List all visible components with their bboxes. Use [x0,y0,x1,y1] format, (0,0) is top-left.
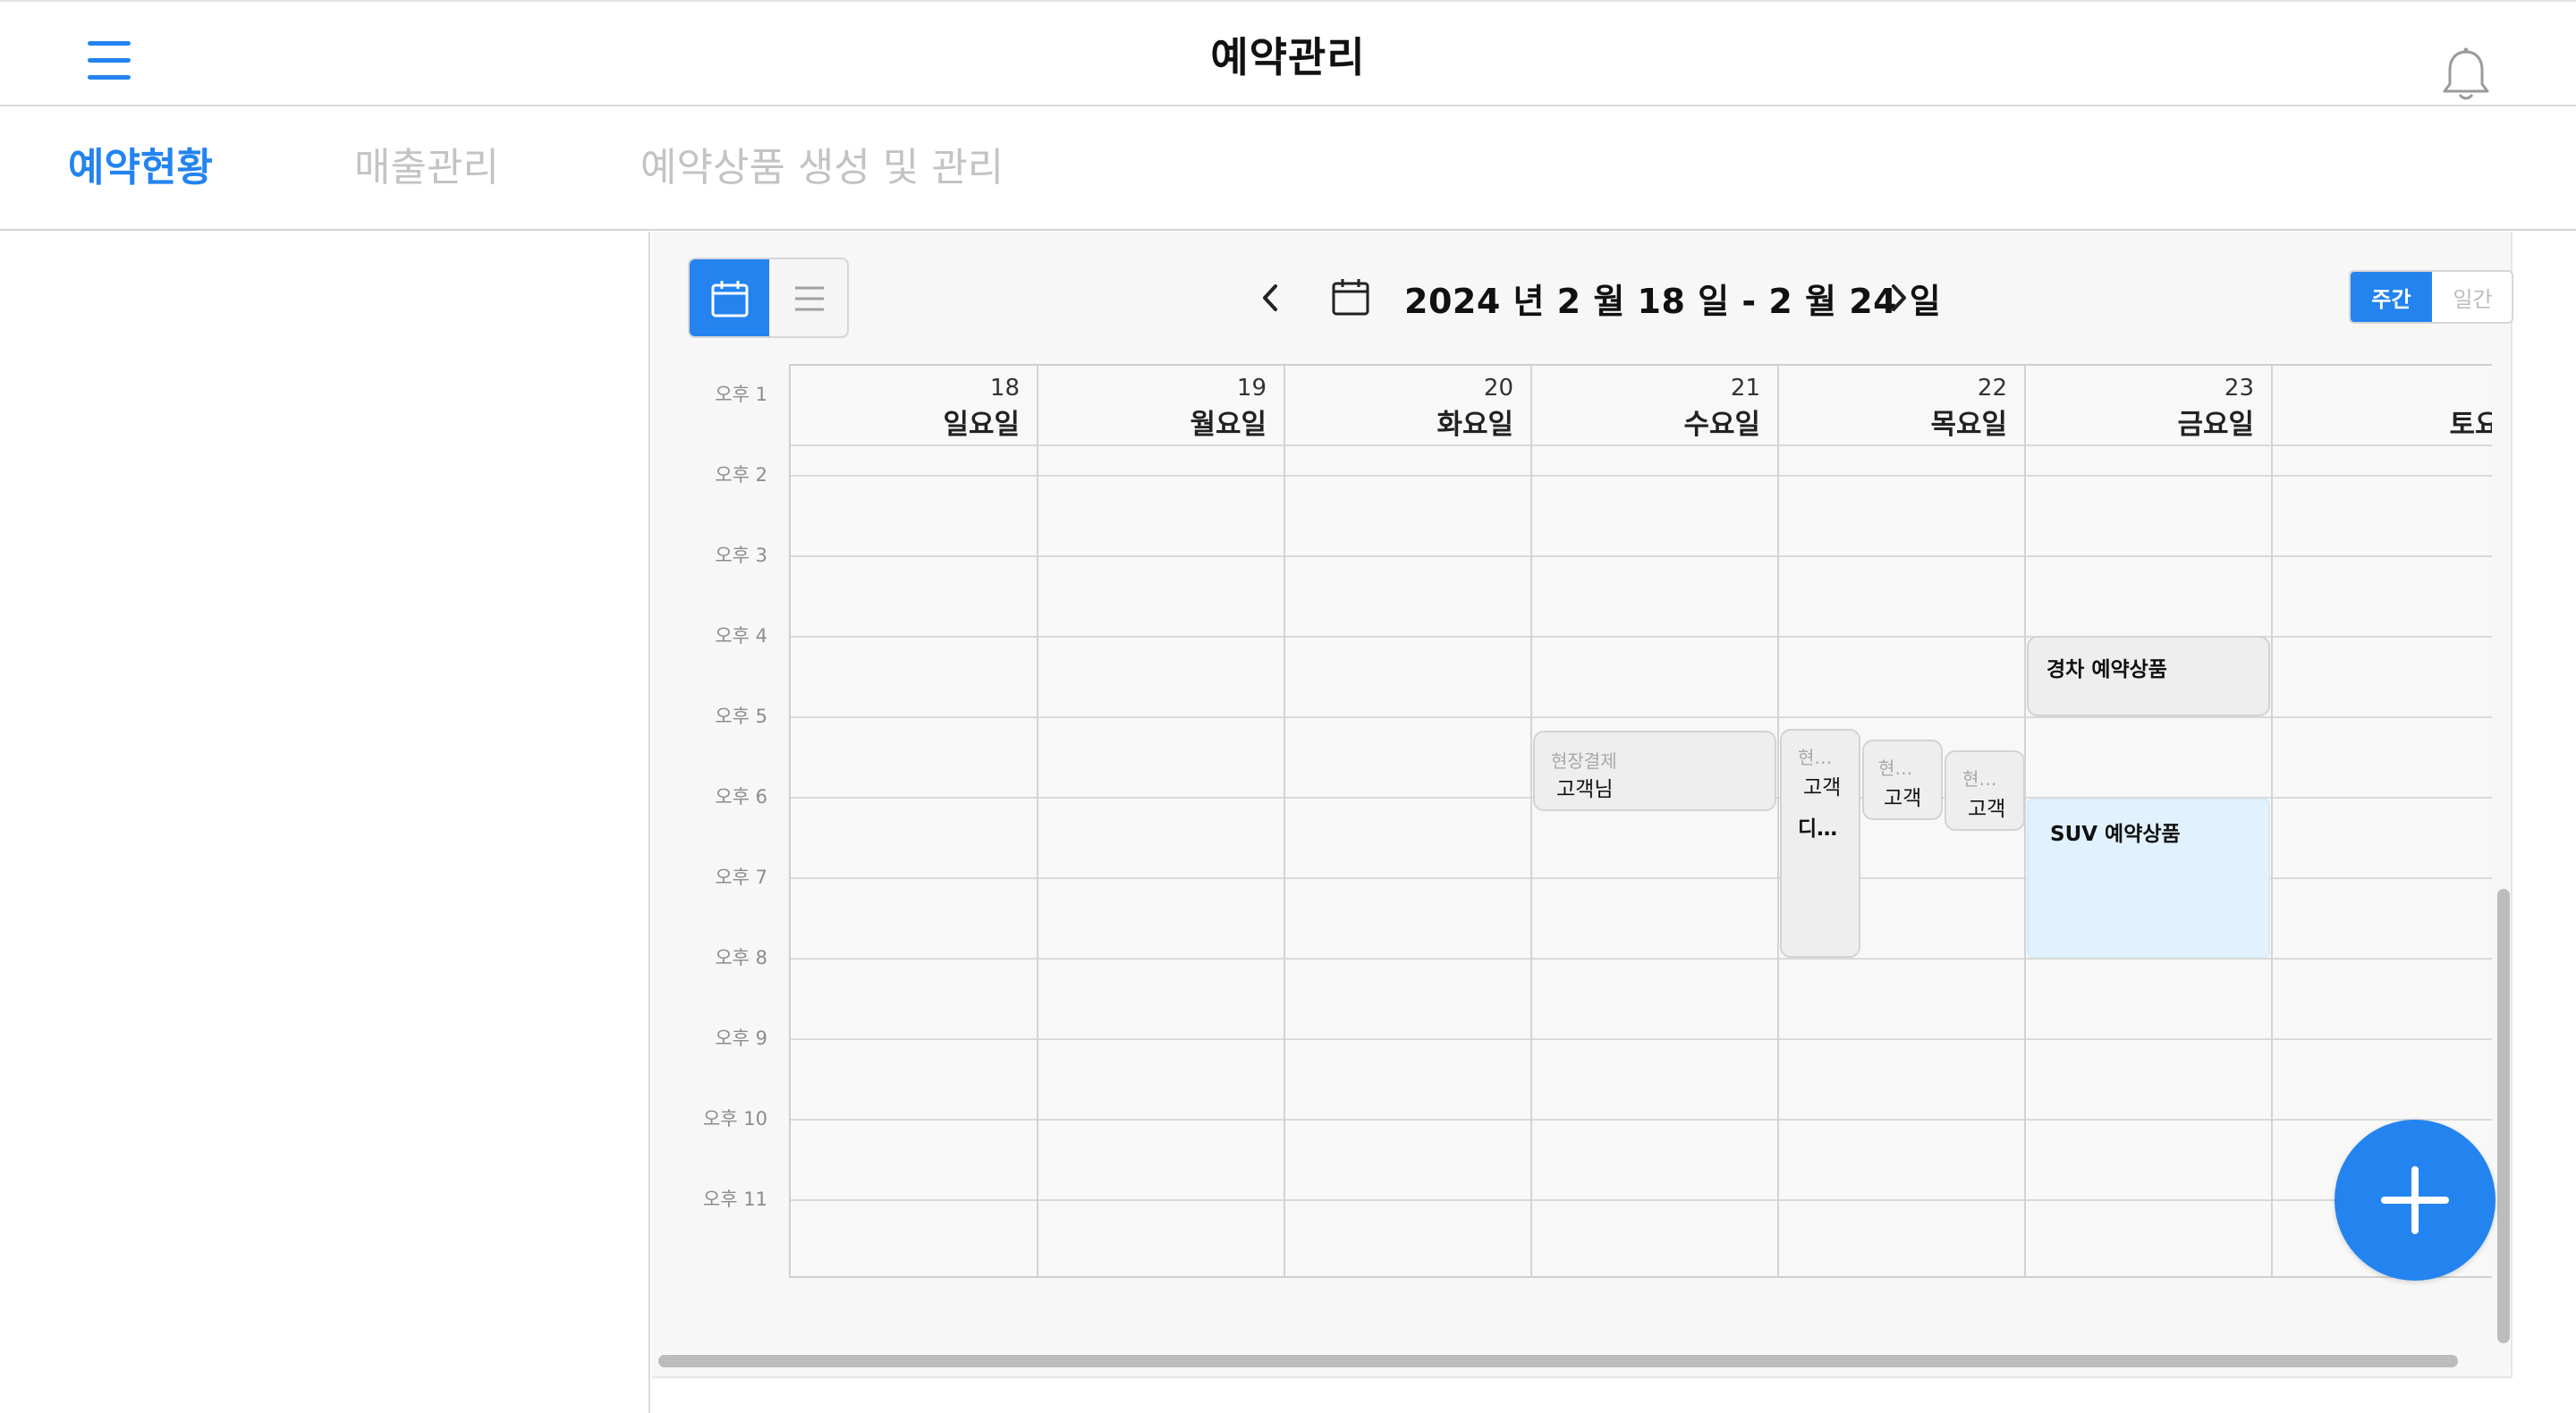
grid-line [1284,366,1285,1276]
day-header-thursday: 22 목요일 [1778,366,2023,444]
day-name: 토요일 [2449,409,2492,441]
day-name: 수요일 [1683,409,1760,441]
day-header-monday: 19 월요일 [1038,366,1283,444]
reservation-event[interactable]: SUV 예약상품 [2027,799,2270,958]
event-customer-label: 고객님 [1556,778,1614,801]
time-label: 오후 3 [715,545,767,566]
chevron-right-icon [1892,284,1906,311]
event-detail-label: 디… [1798,817,1838,841]
day-name: 월요일 [1190,409,1267,441]
date-picker-icon[interactable] [1331,277,1370,317]
event-customer-label: 고객 [1968,798,2006,821]
calendar-view-button[interactable] [690,259,769,336]
calendar-icon [711,281,748,317]
day-number: 21 [1730,375,1760,402]
grid-line [1777,366,1779,1276]
day-number: 22 [1977,375,2007,402]
reservation-event[interactable]: 현… 고객 [1862,740,1943,820]
event-payment-label: 현… [1962,768,1997,790]
day-name: 일요일 [943,409,1020,441]
date-range-label: 2024 년 2 월 18 일 - 2 월 24 일 [1404,282,1942,321]
grid-line [791,475,2492,477]
grid-line [791,1119,2492,1121]
week-mode-button[interactable]: 주간 [2351,272,2432,322]
day-header-sunday: 18 일요일 [791,366,1036,444]
day-name: 금요일 [2177,409,2254,441]
time-label: 오후 11 [702,1189,767,1210]
page-title: 예약관리 [1210,33,1366,81]
week-calendar-grid[interactable]: 18 일요일 19 월요일 20 화요일 21 수요일 22 목요일 23 금요… [789,364,2492,1278]
grid-line [791,555,2492,557]
event-customer-label: 고객 [1884,787,1922,810]
time-label: 오후 10 [702,1108,767,1130]
prev-week-button[interactable] [1254,279,1286,317]
grid-line [1037,366,1038,1276]
reservation-event[interactable]: 현장결제 고객님 [1533,731,1776,811]
app-header: 예약관리 [0,0,2576,106]
time-label: 오후 4 [715,625,767,647]
day-mode-button[interactable]: 일간 [2432,272,2512,322]
plus-icon [2381,1166,2449,1234]
vertical-scrollbar[interactable] [2497,889,2510,1343]
time-label: 오후 7 [715,867,767,888]
bell-icon[interactable] [2440,47,2492,107]
event-payment-label: 현… [1878,757,1913,779]
grid-line [2271,366,2273,1276]
time-label: 오후 2 [715,464,767,486]
grid-line [791,1038,2492,1040]
grid-line [791,958,2492,960]
time-label: 오후 6 [715,786,767,808]
event-payment-label: 현장결제 [1551,750,1617,772]
day-number: 18 [989,375,1020,402]
add-reservation-button[interactable] [2334,1120,2496,1281]
day-number: 19 [1236,375,1267,402]
day-number: 23 [2224,375,2254,402]
time-label: 오후 5 [715,706,767,727]
day-name: 화요일 [1436,409,1513,441]
reservation-event[interactable]: 현… 고객 [1945,750,2025,831]
chevron-left-icon [1263,284,1277,311]
event-product-label: 경차 예약상품 [2046,658,2167,681]
view-toggle [688,258,849,338]
time-label: 오후 8 [715,947,767,969]
tab-sales-management[interactable]: 매출관리 [354,135,499,192]
day-header-wednesday: 21 수요일 [1531,366,1776,444]
left-pane [0,232,650,1413]
event-product-label: SUV 예약상품 [2050,823,2181,846]
event-customer-label: 고객 [1803,776,1842,800]
list-icon [794,286,824,311]
grid-line [791,716,2492,718]
day-header-saturday: 24 토요일 [2272,366,2492,444]
grid-line [791,1199,2492,1201]
event-payment-label: 현… [1798,747,1833,768]
time-label: 오후 9 [715,1028,767,1049]
reservation-event[interactable]: 경차 예약상품 [2027,636,2270,716]
grid-line [1530,366,1532,1276]
day-number: 20 [1483,375,1513,402]
day-header-tuesday: 20 화요일 [1284,366,1530,444]
next-week-button[interactable] [1883,279,1915,317]
tab-product-management[interactable]: 예약상품 생성 및 관리 [640,135,1004,192]
day-header-friday: 23 금요일 [2025,366,2270,444]
grid-line [791,444,2492,446]
tab-bar: 예약현황 매출관리 예약상품 생성 및 관리 [0,108,2576,231]
mode-toggle: 주간 일간 [2349,270,2513,324]
day-name: 목요일 [1930,409,2007,441]
tab-reservation-status[interactable]: 예약현황 [68,135,213,192]
reservation-event[interactable]: 현… 고객 디… [1780,729,1860,958]
horizontal-scrollbar[interactable] [658,1355,2458,1367]
list-view-button[interactable] [769,259,847,336]
time-label: 오후 1 [715,384,767,405]
